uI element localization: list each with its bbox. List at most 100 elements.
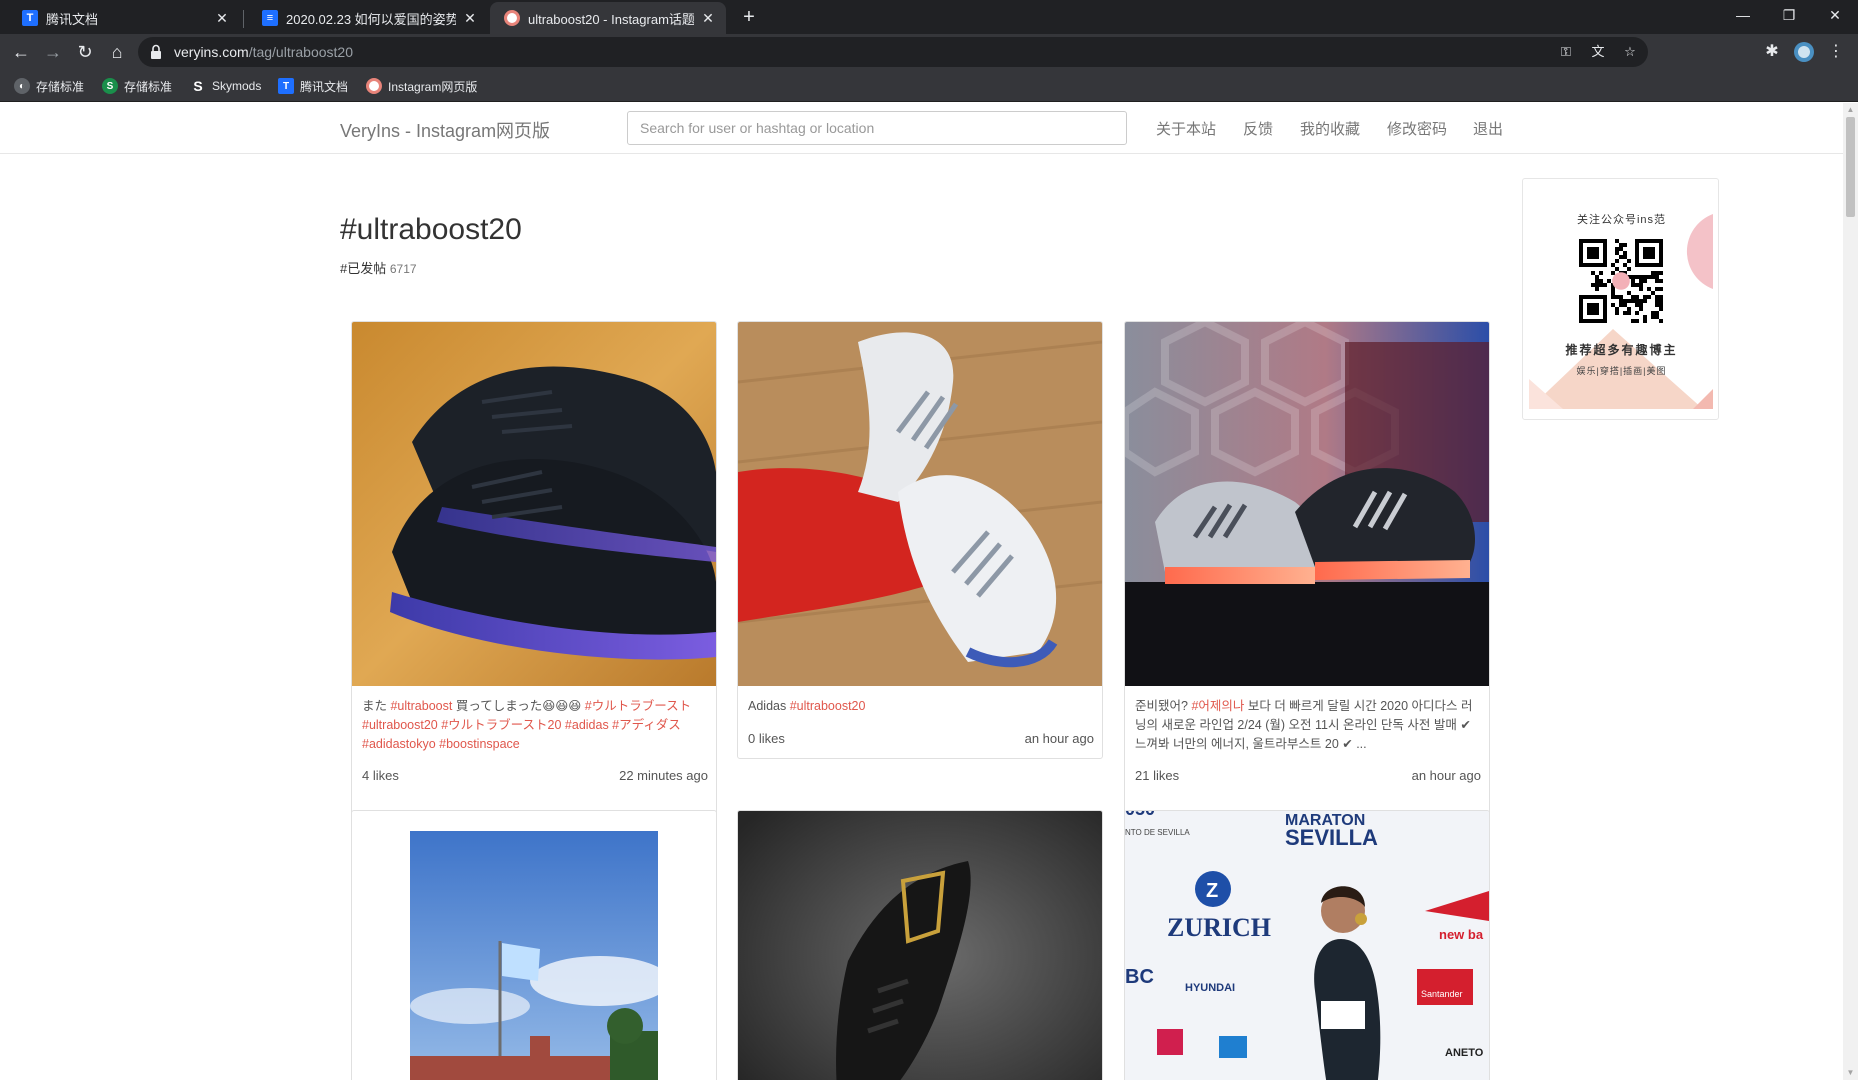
svg-text:ANETO: ANETO — [1445, 1047, 1484, 1059]
hashtag-link[interactable]: #ultraboost — [390, 699, 452, 713]
svg-text:050: 050 — [1125, 811, 1155, 819]
key-icon[interactable]: ⚿ — [1558, 44, 1574, 60]
extensions-icon[interactable]: ✱ — [1760, 40, 1784, 64]
svg-text:ZURICH: ZURICH — [1167, 913, 1271, 942]
qr-code-icon — [1579, 239, 1663, 323]
tab-article[interactable]: ≡ 2020.02.23 如何以爱国的姿势访问 ✕ — [248, 2, 488, 34]
post-likes: 0 likes — [748, 731, 785, 746]
advert-heading: 关注公众号ins范 — [1576, 214, 1667, 226]
s3-icon: S — [102, 78, 118, 94]
nav-feedback[interactable]: 反馈 — [1243, 118, 1273, 139]
translate-icon[interactable]: 文 — [1590, 44, 1606, 60]
post-time: an hour ago — [1411, 768, 1481, 783]
site-header: VeryIns - Instagram网页版 关于本站 反馈 我的收藏 修改密码… — [0, 103, 1843, 154]
post-photo[interactable] — [410, 831, 658, 1080]
profile-avatar[interactable] — [1792, 40, 1816, 64]
caption-text: Adidas — [748, 699, 790, 713]
post-caption: Adidas #ultraboost20 — [748, 697, 1094, 716]
browser-toolbar: ← → ↻ ⌂ veryins.com/tag/ultraboost20 ⚿ 文… — [0, 34, 1858, 70]
tencent-docs-icon: T — [278, 78, 294, 94]
post-card[interactable]: Adidas #ultraboost20 0 likes an hour ago — [737, 321, 1103, 759]
tab-tencent-docs[interactable]: T 腾讯文档 ✕ — [8, 2, 240, 34]
bookmark-item[interactable]: Instagram网页版 — [366, 76, 477, 96]
reload-icon[interactable]: ↻ — [71, 38, 99, 66]
advert-tagline: 推荐超多有趣博主 — [1565, 343, 1678, 357]
document-icon: ≡ — [262, 10, 278, 26]
close-icon[interactable]: ✕ — [214, 10, 230, 26]
scrollbar-thumb[interactable] — [1846, 117, 1855, 217]
scroll-up-icon[interactable]: ▲ — [1846, 105, 1855, 115]
bookmark-item[interactable]: S 存储标准 — [102, 76, 172, 96]
restore-button[interactable]: ❐ — [1766, 0, 1812, 30]
bookmark-label: Instagram网页版 — [388, 79, 478, 94]
svg-text:new ba: new ba — [1439, 927, 1484, 942]
post-photo[interactable] — [352, 322, 716, 686]
advert-categories: 娱乐|穿搭|插画|美图 — [1576, 366, 1667, 376]
post-card[interactable]: MARATON SEVILLA NTO DE SEVILLA 050 Z ZUR… — [1124, 810, 1490, 1080]
back-icon[interactable]: ← — [7, 38, 35, 66]
page-title: #ultraboost20 — [340, 213, 522, 246]
veryins-icon — [504, 10, 520, 26]
tab-title: ultraboost20 - Instagram话题 - v — [528, 11, 694, 27]
bookmarks-bar: ◐ 存储标准 S 存储标准 S Skymods T 腾讯文档 Instagram… — [0, 70, 1858, 102]
svg-text:Santander: Santander — [1421, 989, 1463, 999]
bookmark-label: 存储标准 — [124, 79, 173, 94]
svg-text:SEVILLA: SEVILLA — [1285, 825, 1378, 850]
close-window-button[interactable]: ✕ — [1812, 0, 1858, 30]
post-count-label: #已发帖 — [340, 261, 387, 276]
close-icon[interactable]: ✕ — [700, 10, 716, 26]
svg-text:BC: BC — [1125, 966, 1154, 988]
menu-icon[interactable]: ⋮ — [1824, 40, 1848, 64]
bookmark-label: 存储标准 — [36, 79, 85, 94]
site-brand[interactable]: VeryIns - Instagram网页版 — [340, 117, 550, 143]
minimize-button[interactable]: — — [1720, 0, 1766, 30]
nav-change-password[interactable]: 修改密码 — [1387, 118, 1447, 139]
caption-text: 買ってしまった😆😆😆 — [452, 699, 585, 713]
search-input[interactable] — [627, 111, 1127, 145]
hashtag-link[interactable]: #ultraboost20 — [790, 699, 866, 713]
nav-logout[interactable]: 退出 — [1473, 118, 1503, 139]
skymods-icon: S — [193, 78, 203, 94]
star-icon[interactable]: ☆ — [1622, 44, 1638, 60]
forward-icon[interactable]: → — [39, 38, 67, 66]
lock-icon — [151, 44, 161, 59]
post-likes: 4 likes — [362, 768, 399, 783]
tab-title: 2020.02.23 如何以爱国的姿势访问 — [286, 11, 456, 27]
globe-icon: ◐ — [14, 78, 30, 94]
bookmark-label: 腾讯文档 — [300, 79, 349, 94]
bookmark-item[interactable]: ◐ 存储标准 — [14, 76, 84, 96]
caption-text: 준비됐어? — [1135, 699, 1192, 713]
new-tab-button[interactable]: + — [738, 6, 760, 28]
post-card[interactable] — [737, 810, 1103, 1080]
bookmark-item[interactable]: T 腾讯文档 — [278, 76, 348, 96]
post-photo[interactable]: MARATON SEVILLA NTO DE SEVILLA 050 Z ZUR… — [1125, 811, 1489, 1080]
post-photo[interactable] — [738, 322, 1102, 686]
post-caption: また #ultraboost 買ってしまった😆😆😆 #ウルトラブースト #ult… — [362, 697, 708, 754]
post-photo[interactable] — [738, 811, 1102, 1080]
close-icon[interactable]: ✕ — [462, 10, 478, 26]
tab-veryins[interactable]: ultraboost20 - Instagram话题 - v ✕ — [490, 2, 726, 34]
svg-text:Z: Z — [1206, 880, 1218, 902]
nav-favorites[interactable]: 我的收藏 — [1300, 118, 1360, 139]
hashtag-link[interactable]: #어제의나 — [1191, 699, 1244, 713]
page-scrollbar[interactable]: ▲ ▼ — [1843, 103, 1858, 1080]
nav-about[interactable]: 关于本站 — [1156, 118, 1216, 139]
post-caption: 준비됐어? #어제의나 보다 더 빠르게 달릴 시간 2020 아디다스 러닝의… — [1135, 697, 1481, 754]
tencent-docs-icon: T — [22, 10, 38, 26]
post-count: #已发帖 6717 — [340, 258, 417, 277]
scroll-down-icon[interactable]: ▼ — [1846, 1068, 1855, 1078]
home-icon[interactable]: ⌂ — [103, 38, 131, 66]
bookmark-item[interactable]: S Skymods — [190, 76, 261, 96]
url-text: veryins.com/tag/ultraboost20 — [174, 44, 353, 60]
veryins-icon — [366, 78, 382, 94]
post-likes: 21 likes — [1135, 768, 1180, 783]
caption-text: また — [362, 699, 391, 713]
post-photo[interactable] — [1125, 322, 1489, 686]
address-bar[interactable]: veryins.com/tag/ultraboost20 ⚿ 文 ☆ — [138, 37, 1648, 67]
sidebar-advert[interactable]: 关注公众号ins范 推荐超多有趣博主 娱乐|穿搭|插画|美图 — [1522, 178, 1719, 420]
svg-text:HYUNDAI: HYUNDAI — [1185, 982, 1235, 994]
post-card[interactable] — [351, 810, 717, 1080]
page-content: VeryIns - Instagram网页版 关于本站 反馈 我的收藏 修改密码… — [0, 103, 1843, 1080]
tab-separator — [243, 10, 244, 28]
browser-tabstrip: T 腾讯文档 ✕ ≡ 2020.02.23 如何以爱国的姿势访问 ✕ ultra… — [0, 0, 1858, 34]
